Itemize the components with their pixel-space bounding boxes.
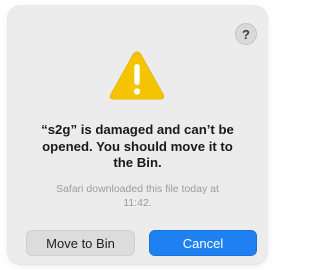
help-icon: ? — [242, 26, 250, 42]
warning-triangle-icon — [109, 51, 165, 100]
move-to-bin-label: Move to Bin — [46, 235, 115, 251]
dialog-title: “s2g” is damaged and can’t be opened. Yo… — [41, 122, 234, 170]
cancel-label: Cancel — [182, 235, 224, 251]
alert-dialog: ? “s2g” is damaged and can’t be opened. … — [8, 6, 267, 264]
cancel-button[interactable]: Cancel — [149, 230, 257, 256]
help-button[interactable]: ? — [235, 23, 257, 45]
dialog-message: Safari downloaded this file today at 11:… — [56, 183, 219, 209]
move-to-bin-button[interactable]: Move to Bin — [26, 230, 135, 256]
desktop-background: ? “s2g” is damaged and can’t be opened. … — [0, 0, 275, 270]
